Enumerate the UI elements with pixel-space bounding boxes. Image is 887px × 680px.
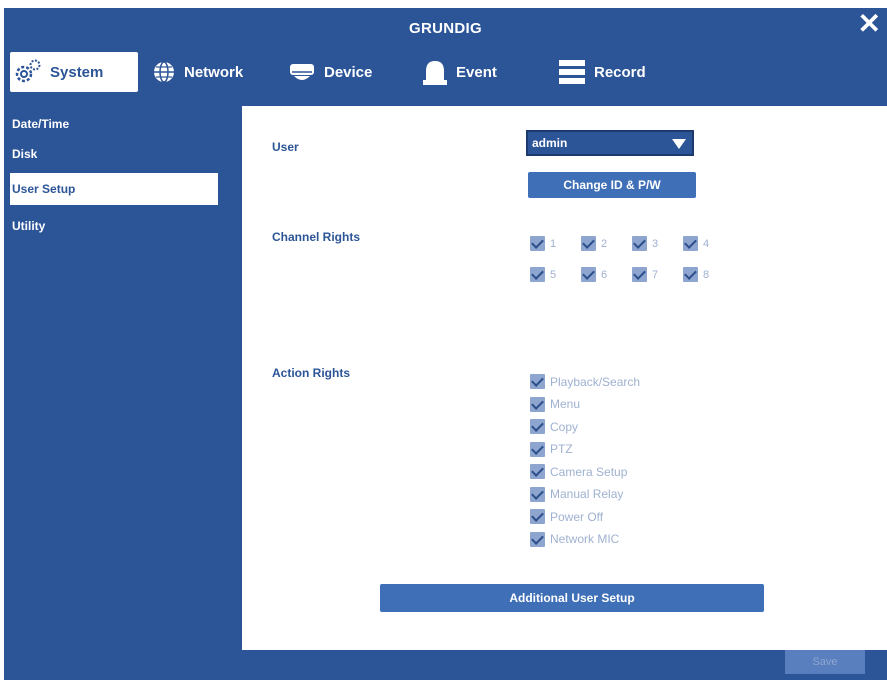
checkbox-checked-icon <box>530 419 545 434</box>
checkbox-checked-icon <box>530 441 545 457</box>
checkbox-checked-icon <box>683 236 698 251</box>
action-checkbox[interactable]: Power Off <box>530 509 603 524</box>
action-label: Menu <box>550 397 581 411</box>
window-title: GRUNDIG <box>409 20 482 37</box>
checkbox-checked-icon <box>632 267 647 282</box>
tab-system[interactable]: System <box>10 52 138 92</box>
checkbox-checked-icon <box>581 236 596 251</box>
close-icon[interactable]: ✕ <box>858 10 881 38</box>
sidebar-item-disk[interactable]: Disk <box>10 138 218 170</box>
channel-number: 3 <box>652 237 659 250</box>
checkbox-checked-icon <box>683 267 698 282</box>
channel-number: 4 <box>703 237 710 250</box>
checkbox-checked-icon <box>530 236 545 251</box>
main-window: GRUNDIG ✕ System Network Device Event Re… <box>4 8 887 680</box>
channel-checkbox[interactable]: 2 <box>581 236 607 251</box>
user-select-value: admin <box>532 136 568 150</box>
change-id-pw-button[interactable]: Change ID & P/W <box>528 172 696 198</box>
checkbox-checked-icon <box>530 486 545 502</box>
channel-checkbox[interactable]: 7 <box>632 267 658 282</box>
tab-network[interactable]: Network <box>152 52 243 92</box>
action-label: Playback/Search <box>550 374 641 389</box>
checkbox-checked-icon <box>530 396 545 412</box>
action-rights-label: Action Rights <box>272 366 350 380</box>
tab-label: Device <box>324 63 373 81</box>
tab-label: System <box>50 63 104 81</box>
action-label: PTZ <box>550 442 573 456</box>
channel-rights-label: Channel Rights <box>272 230 361 244</box>
checkbox-checked-icon <box>530 531 545 547</box>
user-select[interactable]: admin <box>526 130 694 156</box>
channel-checkbox[interactable]: 5 <box>530 267 556 282</box>
channel-number: 2 <box>601 237 608 250</box>
action-label: Network MIC <box>550 532 620 546</box>
action-label: Manual Relay <box>550 487 624 501</box>
channel-checkbox[interactable]: 4 <box>683 236 709 251</box>
globe-icon <box>152 60 176 84</box>
gears-icon <box>14 59 42 85</box>
checkbox-checked-icon <box>530 267 545 282</box>
dropdown-arrow-icon <box>672 139 686 149</box>
channel-number: 7 <box>652 268 659 281</box>
action-checkbox[interactable]: Menu <box>530 396 581 412</box>
channel-checkbox[interactable]: 8 <box>683 267 709 282</box>
sidebar-item-user-setup[interactable]: User Setup <box>10 173 218 205</box>
drive-icon <box>288 60 316 84</box>
channel-number: 6 <box>601 268 608 281</box>
action-checkbox[interactable]: Manual Relay <box>530 486 624 502</box>
action-label: Power Off <box>550 509 604 524</box>
checkbox-checked-icon <box>581 267 596 282</box>
action-checkbox[interactable]: Playback/Search <box>530 374 640 389</box>
save-button[interactable]: Save <box>785 650 865 674</box>
bell-icon <box>422 58 448 86</box>
list-icon <box>558 58 586 86</box>
user-label: User <box>272 140 299 154</box>
additional-user-setup-button[interactable]: Additional User Setup <box>380 584 764 612</box>
channel-checkbox[interactable]: 6 <box>581 267 607 282</box>
channel-number: 8 <box>703 268 710 281</box>
action-label: Camera Setup <box>550 464 628 479</box>
action-checkbox[interactable]: Camera Setup <box>530 464 627 479</box>
channel-number: 5 <box>550 268 557 281</box>
tab-label: Record <box>594 63 646 81</box>
action-label: Copy <box>550 419 579 434</box>
channel-checkbox[interactable]: 3 <box>632 236 658 251</box>
channel-number: 1 <box>550 237 557 250</box>
tab-label: Event <box>456 63 497 81</box>
tab-label: Network <box>184 63 244 81</box>
tab-event[interactable]: Event <box>422 52 497 92</box>
content-panel: User admin Change ID & P/W Channel Right… <box>242 106 887 650</box>
tab-device[interactable]: Device <box>288 52 372 92</box>
sidebar-item-utility[interactable]: Utility <box>10 210 218 242</box>
tab-record[interactable]: Record <box>558 52 646 92</box>
checkbox-checked-icon <box>632 236 647 251</box>
checkbox-checked-icon <box>530 374 545 389</box>
action-checkbox[interactable]: Network MIC <box>530 531 620 547</box>
action-checkbox[interactable]: PTZ <box>530 441 573 457</box>
channel-checkbox[interactable]: 1 <box>530 236 556 251</box>
sidebar-item-datetime[interactable]: Date/Time <box>10 108 218 140</box>
checkbox-checked-icon <box>530 464 545 479</box>
checkbox-checked-icon <box>530 509 545 524</box>
action-checkbox[interactable]: Copy <box>530 419 578 434</box>
